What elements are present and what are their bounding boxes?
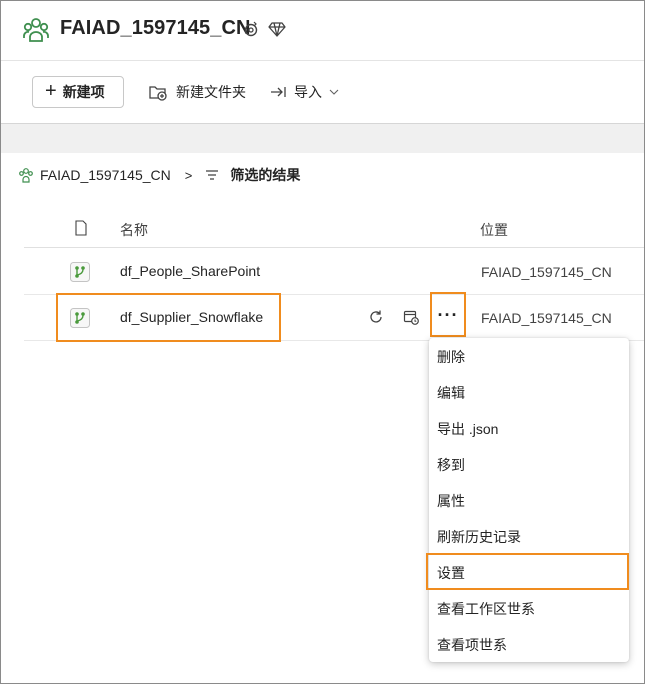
menu-item-move-to[interactable]: 移到 <box>429 447 629 483</box>
new-folder-button[interactable]: 新建文件夹 <box>148 76 246 108</box>
new-folder-icon <box>149 86 167 101</box>
table-header: 名称 位置 <box>24 210 645 248</box>
dataflow-icon <box>70 308 90 328</box>
workspace-small-icon <box>19 168 33 183</box>
menu-item-item-lineage[interactable]: 查看项世系 <box>429 627 629 663</box>
new-item-button[interactable]: + 新建项 <box>32 76 124 108</box>
item-location: FAIAD_1597145_CN <box>481 310 612 326</box>
refresh-icon[interactable] <box>368 309 384 325</box>
item-name[interactable]: df_Supplier_Snowflake <box>120 309 263 325</box>
menu-item-settings[interactable]: 设置 <box>429 555 629 591</box>
menu-item-export-json[interactable]: 导出 .json <box>429 411 629 447</box>
import-label: 导入 <box>294 84 322 100</box>
new-folder-label: 新建文件夹 <box>176 84 246 100</box>
menu-item-edit[interactable]: 编辑 <box>429 375 629 411</box>
gray-band <box>0 123 645 153</box>
more-options-button[interactable]: ··· <box>432 294 464 336</box>
context-menu: 删除 编辑 导出 .json 移到 属性 刷新历史记录 设置 查看工作区世系 查… <box>429 338 629 662</box>
breadcrumb-current: 筛选的结果 <box>230 167 301 183</box>
diamond-icon[interactable] <box>268 20 286 38</box>
breadcrumb: FAIAD_1597145_CN > 筛选的结果 <box>18 164 300 186</box>
table-row[interactable]: df_People_SharePoint FAIAD_1597145_CN <box>24 249 645 295</box>
new-item-label: 新建项 <box>62 84 105 100</box>
schedule-icon[interactable] <box>403 309 419 325</box>
table-row[interactable]: df_Supplier_Snowflake FAIAD_1597145_CN <box>24 295 645 341</box>
filter-icon <box>206 170 219 180</box>
dataflow-icon <box>70 262 90 282</box>
menu-item-refresh-history[interactable]: 刷新历史记录 <box>429 519 629 555</box>
chevron-down-icon <box>329 89 339 95</box>
breadcrumb-separator: > <box>184 167 193 183</box>
menu-item-workspace-lineage[interactable]: 查看工作区世系 <box>429 591 629 627</box>
import-dropdown[interactable]: 导入 <box>270 76 340 108</box>
item-location: FAIAD_1597145_CN <box>481 264 612 280</box>
workspace-title: FAIAD_1597145_CN <box>60 17 251 39</box>
menu-item-properties[interactable]: 属性 <box>429 483 629 519</box>
workspace-people-icon <box>23 18 49 42</box>
file-type-icon <box>75 220 87 236</box>
toolbar: + 新建项 新建文件夹 导入 <box>0 60 645 123</box>
item-name[interactable]: df_People_SharePoint <box>120 263 260 279</box>
column-header-name[interactable]: 名称 <box>120 220 148 240</box>
menu-item-delete[interactable]: 删除 <box>429 339 629 375</box>
import-arrow-icon <box>271 87 286 97</box>
workspace-header: FAIAD_1597145_CN <box>0 0 645 60</box>
column-header-location[interactable]: 位置 <box>480 220 508 240</box>
plus-icon: + <box>45 80 57 102</box>
breadcrumb-root[interactable]: FAIAD_1597145_CN <box>40 167 171 183</box>
settings-badge-icon[interactable] <box>242 20 260 38</box>
